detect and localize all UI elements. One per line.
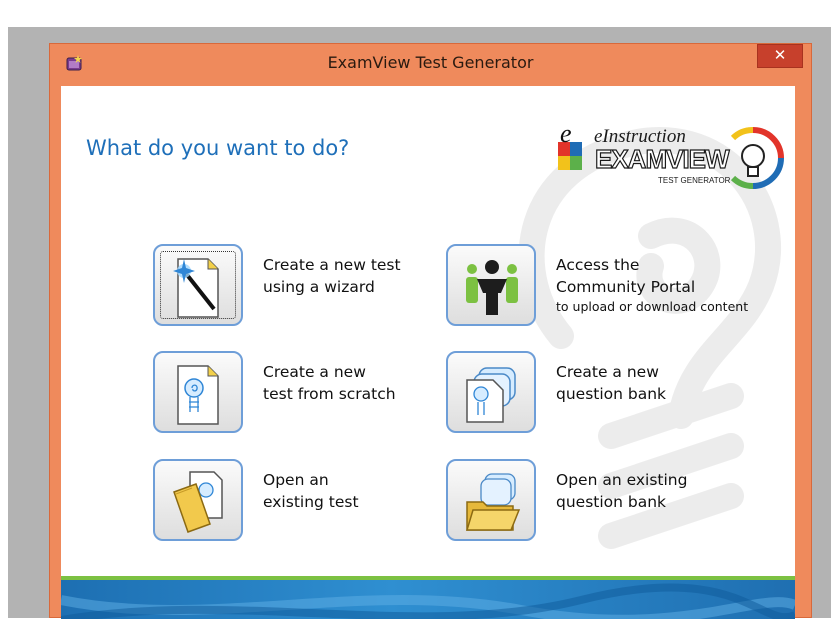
community-portal-button[interactable]: [446, 244, 536, 326]
community-portal-action[interactable]: Access the Community Portal to upload or…: [446, 244, 748, 326]
examview-window: ExamView Test Generator ✕ What do you wa…: [49, 43, 812, 619]
create-question-bank-action[interactable]: Create a new question bank: [446, 351, 666, 433]
create-question-bank-button[interactable]: [446, 351, 536, 433]
svg-text:e: e: [560, 120, 572, 148]
open-test-action[interactable]: Open an existing test: [153, 459, 359, 541]
page-heading: What do you want to do?: [86, 136, 350, 160]
create-test-wizard-label: Create a new test using a wizard: [263, 254, 401, 298]
community-people-icon: [466, 260, 518, 315]
open-question-bank-action[interactable]: Open an existing question bank: [446, 459, 687, 541]
community-portal-line3: to upload or download content: [556, 299, 749, 314]
close-button[interactable]: ✕: [757, 44, 803, 68]
create-test-wizard-button[interactable]: [153, 244, 243, 326]
new-question-bank-icon: [466, 367, 516, 423]
footer-wave-decoration: [61, 583, 795, 619]
open-question-bank-button[interactable]: [446, 459, 536, 541]
community-portal-line1: Access the: [556, 256, 640, 274]
open-test-line2: existing test: [263, 493, 359, 511]
open-test-line1: Open an: [263, 471, 329, 489]
open-test-label: Open an existing test: [263, 469, 359, 513]
title-bar[interactable]: ExamView Test Generator ✕: [50, 44, 811, 86]
open-question-bank-line2: question bank: [556, 493, 667, 511]
window-title: ExamView Test Generator: [327, 53, 534, 72]
create-test-scratch-label: Create a new test from scratch: [263, 361, 396, 405]
create-test-wizard-line1: Create a new test: [263, 256, 401, 274]
new-test-document-icon: [177, 365, 219, 425]
create-test-scratch-button[interactable]: [153, 351, 243, 433]
community-portal-line2: Community Portal: [556, 278, 696, 296]
wizard-wand-icon: [173, 258, 219, 318]
open-question-bank-label: Open an existing question bank: [556, 469, 687, 513]
logo-examview-text: EXAMVIEW: [594, 143, 730, 174]
open-question-bank-line1: Open an existing: [556, 471, 688, 489]
logo-test-generator-text: TEST GENERATOR: [658, 176, 731, 185]
footer-blue-banner: [61, 580, 795, 619]
create-test-wizard-action[interactable]: Create a new test using a wizard: [153, 244, 401, 326]
create-test-scratch-line2: test from scratch: [263, 385, 396, 403]
create-test-wizard-line2: using a wizard: [263, 278, 375, 296]
examview-logo: e eInstruction EXAMVIEW TEST GENERATOR: [548, 120, 788, 200]
client-area: What do you want to do? e eInstruction E: [61, 86, 795, 619]
create-question-bank-line2: question bank: [556, 385, 667, 403]
open-test-folder-icon: [173, 471, 223, 533]
create-question-bank-line1: Create a new: [556, 363, 659, 381]
create-question-bank-label: Create a new question bank: [556, 361, 666, 405]
create-test-scratch-line1: Create a new: [263, 363, 366, 381]
community-portal-label: Access the Community Portal to upload or…: [556, 254, 748, 316]
open-question-bank-folder-icon: [465, 473, 521, 531]
create-test-scratch-action[interactable]: Create a new test from scratch: [153, 351, 396, 433]
open-test-button[interactable]: [153, 459, 243, 541]
